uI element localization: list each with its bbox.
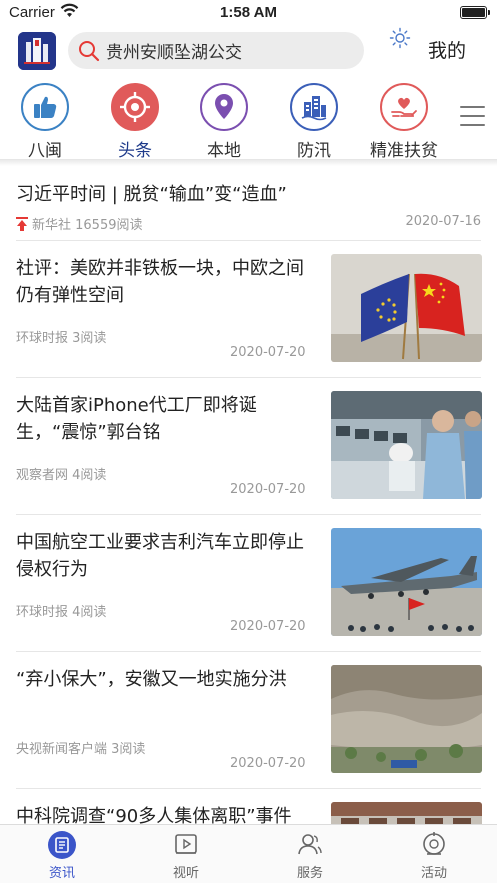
- tab-video[interactable]: 视听: [151, 831, 221, 881]
- tab-label: 视听: [172, 866, 199, 881]
- article-title: “弃小保大”，安徽又一地实施分洪: [16, 669, 287, 690]
- category-label: 本地: [207, 141, 241, 161]
- battery-icon: [460, 6, 490, 19]
- category-label: 精准扶贫: [370, 141, 438, 161]
- tab-services[interactable]: 服务: [275, 831, 345, 881]
- clock: 1:58 AM: [220, 4, 277, 21]
- category-label: 八闽: [28, 141, 62, 161]
- search-input[interactable]: [106, 32, 356, 69]
- article-item[interactable]: 中科院调查“90多人集体离职”事件: [0, 789, 497, 824]
- article-source: 观察者网 4阅读: [16, 468, 107, 483]
- search-box[interactable]: [68, 32, 364, 69]
- article-item[interactable]: 大陆首家iPhone代工厂即将诞生，“震惊”郭台铭 观察者网 4阅读 2020-…: [0, 378, 497, 515]
- pinned-article[interactable]: 习近平时间 | 脱贫“输血”变“造血” 新华社 16559阅读 2020-07-…: [0, 162, 497, 240]
- article-thumbnail-eu-china-flags: [331, 254, 482, 362]
- news-doc-icon: [27, 831, 97, 859]
- my-profile-link[interactable]: 我的: [428, 36, 466, 63]
- article-date: 2020-07-20: [230, 619, 306, 634]
- heart-hand-icon: [380, 83, 428, 131]
- article-item[interactable]: 中国航空工业要求吉利汽车立即停止侵权行为 环球时报 4阅读 2020-07-20: [0, 515, 497, 652]
- article-thumbnail-flood: [331, 665, 482, 773]
- article-meta: 新华社 16559阅读: [16, 214, 143, 235]
- category-bar: 八闽 头条 本地 防汛 精准扶贫: [0, 80, 497, 161]
- thumbs-up-icon: [21, 83, 69, 131]
- category-bendi[interactable]: 本地: [189, 83, 259, 161]
- tab-news[interactable]: 资讯: [27, 831, 97, 881]
- pin-top-icon: [16, 217, 28, 235]
- article-source: 新华社 16559阅读: [32, 218, 143, 233]
- article-item[interactable]: “弃小保大”，安徽又一地实施分洪 央视新闻客户端 3阅读 2020-07-20: [0, 652, 497, 789]
- activity-badge-icon: [399, 831, 469, 859]
- article-title: 中科院调查“90多人集体离职”事件: [16, 806, 292, 824]
- article-title: 社评：美欧并非铁板一块，中欧之间仍有弹性空间: [16, 258, 304, 306]
- buildings-icon: [290, 83, 338, 131]
- tab-label: 服务: [296, 866, 323, 881]
- app-logo[interactable]: [18, 32, 56, 70]
- category-label: 头条: [118, 141, 152, 161]
- video-play-icon: [151, 831, 221, 859]
- location-pin-icon: [200, 83, 248, 131]
- top-bar: 我的: [0, 24, 497, 80]
- category-label: 防汛: [297, 141, 331, 161]
- article-thumbnail-building: [331, 802, 482, 824]
- tab-activities[interactable]: 活动: [399, 831, 469, 881]
- article-thumbnail-factory: [331, 391, 482, 499]
- article-title: 中国航空工业要求吉利汽车立即停止侵权行为: [16, 532, 304, 580]
- article-date: 2020-07-20: [230, 756, 306, 771]
- article-thumbnail-aircraft: [331, 528, 482, 636]
- article-title: 大陆首家iPhone代工厂即将诞生，“震惊”郭台铭: [16, 395, 257, 443]
- category-fangxun[interactable]: 防汛: [279, 83, 349, 161]
- category-toutiao[interactable]: 头条: [100, 83, 170, 161]
- category-bamin[interactable]: 八闽: [10, 83, 80, 161]
- weather-sun-icon[interactable]: [389, 27, 411, 53]
- article-date: 2020-07-20: [230, 482, 306, 497]
- article-date: 2020-07-20: [230, 345, 306, 360]
- hamburger-menu-icon[interactable]: [460, 106, 485, 128]
- article-title: 习近平时间 | 脱贫“输血”变“造血”: [16, 184, 287, 205]
- users-icon: [275, 831, 345, 859]
- category-jingzhunfupin[interactable]: 精准扶贫: [362, 83, 446, 161]
- bottom-tab-bar: 资讯 视听 服务 活动: [0, 824, 497, 883]
- tab-label: 资讯: [48, 866, 75, 881]
- status-bar: Carrier 1:58 AM: [0, 0, 497, 24]
- article-source: 环球时报 4阅读: [16, 605, 107, 620]
- tab-label: 活动: [420, 866, 447, 881]
- article-source: 环球时报 3阅读: [16, 331, 107, 346]
- article-date: 2020-07-16: [405, 214, 481, 229]
- article-source: 央视新闻客户端 3阅读: [16, 742, 146, 757]
- article-item[interactable]: 社评：美欧并非铁板一块，中欧之间仍有弹性空间 环球时报 3阅读 2020-07-…: [0, 241, 497, 378]
- search-icon: [78, 40, 100, 66]
- target-icon: [111, 83, 159, 131]
- news-feed[interactable]: 习近平时间 | 脱贫“输血”变“造血” 新华社 16559阅读 2020-07-…: [0, 162, 497, 824]
